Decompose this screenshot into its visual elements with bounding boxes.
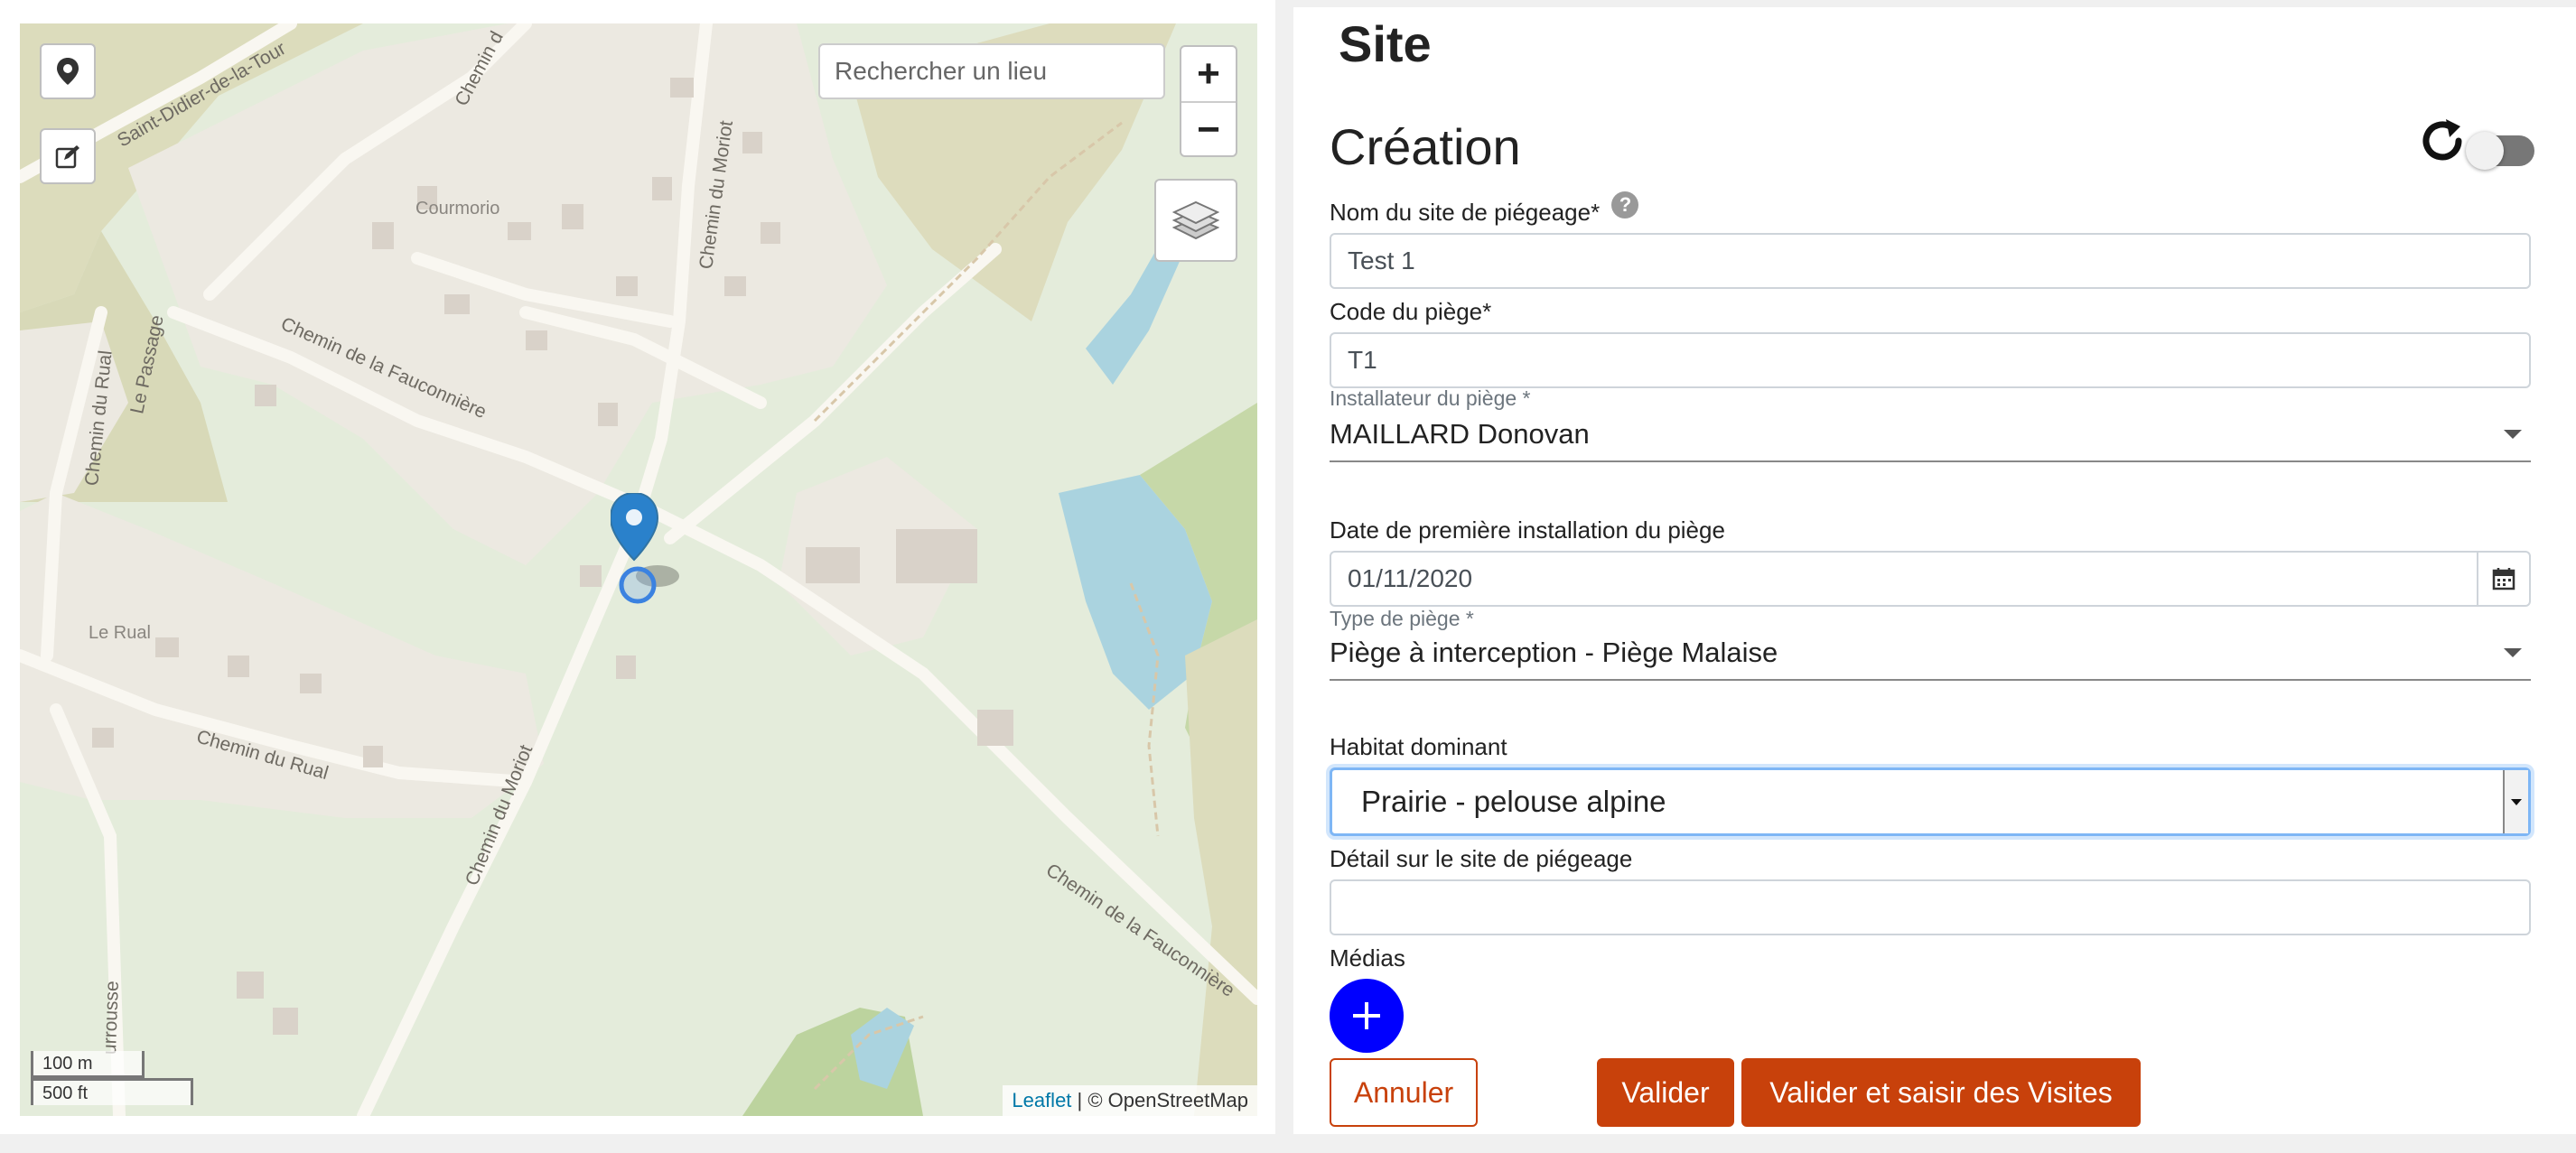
installer-label: Installateur du piège * [1330, 386, 1531, 410]
validate-and-visits-button[interactable]: Valider et saisir des Visites [1741, 1058, 2141, 1127]
media-label: Médias [1330, 944, 1405, 972]
help-icon[interactable]: ? [1611, 191, 1639, 219]
street-label: urrousse [99, 980, 123, 1055]
site-name-input[interactable]: Test 1 [1330, 233, 2531, 289]
habitat-select[interactable]: Prairie - pelouse alpine [1330, 767, 2531, 836]
search-location-input[interactable]: Rechercher un lieu [818, 43, 1165, 99]
date-picker-button[interactable] [2477, 551, 2531, 607]
scale-imperial: 500 ft [31, 1078, 193, 1105]
add-media-button[interactable] [1330, 979, 1404, 1053]
zoom-out-button[interactable]: − [1181, 103, 1236, 155]
toggle-knob [2466, 132, 2504, 170]
edit-icon [55, 145, 79, 169]
chevron-down-icon [2504, 430, 2522, 439]
refresh-icon[interactable] [2419, 117, 2466, 169]
habitat-label: Habitat dominant [1330, 733, 1507, 760]
install-date-label: Date de première installation du piège [1330, 516, 1725, 544]
trap-code-input[interactable]: T1 [1330, 332, 2531, 388]
plus-icon [1353, 1002, 1380, 1029]
map-pin-icon [57, 58, 79, 85]
chevron-down-icon [2511, 799, 2522, 805]
installer-select[interactable]: MAILLARD Donovan [1330, 408, 2531, 462]
place-label: Courmorio [415, 199, 500, 219]
map-attribution: Leaflet | © OpenStreetMap [1003, 1085, 1257, 1116]
detail-input[interactable] [1330, 879, 2531, 935]
attribution-text: | © OpenStreetMap [1071, 1089, 1248, 1111]
layers-icon [1172, 200, 1219, 240]
habitat-value: Prairie - pelouse alpine [1361, 785, 1666, 818]
trap-type-select[interactable]: Piège à interception - Piège Malaise [1330, 627, 2531, 681]
zoom-control: + − [1180, 45, 1237, 157]
form-panel: Site Création Nom du site de piégeage* ?… [1293, 7, 2576, 1134]
page-title: Site [1339, 15, 1432, 72]
scale-metric: 100 m [31, 1051, 145, 1078]
location-marker-icon[interactable] [611, 493, 683, 610]
draw-marker-button[interactable] [40, 43, 96, 99]
habitat-dropdown-arrow[interactable] [2503, 770, 2528, 833]
toggle-switch[interactable] [2466, 132, 2534, 170]
map[interactable]: Saint-Didier-de-la-Tour Chemin d Chemin … [20, 23, 1257, 1116]
trap-type-value: Piège à interception - Piège Malaise [1330, 637, 1778, 668]
leaflet-link[interactable]: Leaflet [1012, 1089, 1071, 1111]
place-label: Le Rual [89, 623, 151, 643]
validate-button[interactable]: Valider [1597, 1058, 1734, 1127]
cancel-button[interactable]: Annuler [1330, 1058, 1478, 1127]
chevron-down-icon [2504, 648, 2522, 657]
install-date-input[interactable]: 01/11/2020 [1330, 551, 2478, 607]
installer-value: MAILLARD Donovan [1330, 418, 1590, 450]
zoom-in-button[interactable]: + [1181, 47, 1236, 103]
site-name-label: Nom du site de piégeage* ? [1330, 191, 1639, 227]
layers-button[interactable] [1154, 179, 1237, 262]
site-name-label-text: Nom du site de piégeage* [1330, 199, 1601, 226]
calendar-icon [2492, 568, 2515, 590]
trap-code-label: Code du piège* [1330, 298, 1492, 325]
edit-layers-button[interactable] [40, 128, 96, 184]
map-panel: Saint-Didier-de-la-Tour Chemin d Chemin … [0, 0, 1275, 1134]
detail-label: Détail sur le site de piégeage [1330, 845, 1633, 872]
form-title: Création [1330, 118, 1521, 175]
